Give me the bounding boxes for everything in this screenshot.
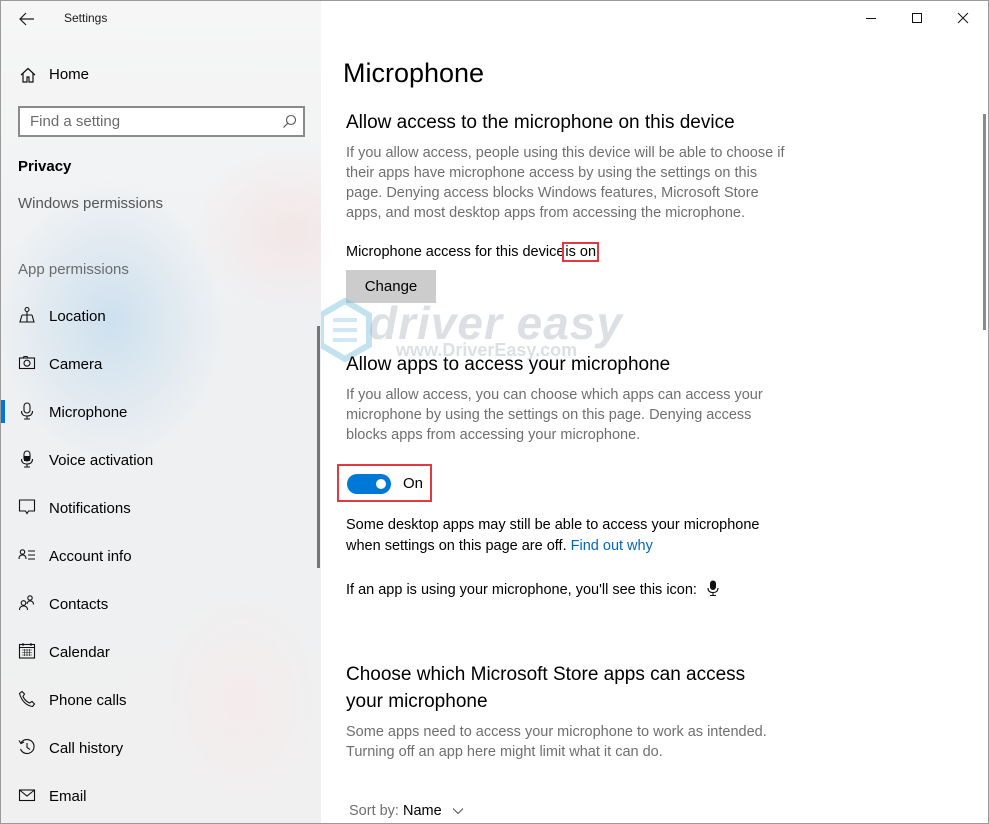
sidebar-item-email[interactable]: Email [1, 772, 317, 820]
sidebar-item-label: Account info [49, 548, 132, 565]
microphone-in-use-icon [707, 580, 719, 597]
toggle-state-label: On [403, 475, 424, 492]
close-button[interactable] [940, 1, 986, 35]
watermark-brand: driver easy [369, 297, 623, 349]
main-content: Microphone Allow access to the microphon… [321, 1, 988, 823]
sidebar-item-home[interactable]: Home [1, 59, 321, 91]
sidebar-item-label: Voice activation [49, 452, 154, 469]
minimize-icon [866, 18, 876, 19]
maximize-button[interactable] [894, 1, 940, 35]
sidebar-item-location[interactable]: Location [1, 292, 317, 340]
sidebar-item-calendar[interactable]: Calendar [1, 628, 317, 676]
sidebar-item-label: Location [49, 308, 106, 325]
search-box[interactable] [18, 106, 305, 137]
device-access-status: Microphone access for this deviceis on [346, 242, 796, 263]
maximize-icon [912, 13, 922, 23]
minimize-button[interactable] [848, 1, 894, 35]
microphone-icon [20, 402, 34, 420]
sidebar-item-microphone[interactable]: Microphone [1, 388, 317, 436]
desktop-apps-note-text: Some desktop apps may still be able to a… [346, 517, 760, 554]
sort-value: Name [403, 803, 442, 819]
sidebar-item-notifications[interactable]: Notifications [1, 484, 317, 532]
sidebar-item-label: Call history [49, 740, 124, 757]
contacts-icon [18, 595, 35, 611]
apps-access-heading: Allow apps to access your microphone [346, 354, 671, 375]
desktop-apps-note: Some desktop apps may still be able to a… [346, 515, 786, 557]
sidebar-item-call-history[interactable]: Call history [1, 724, 317, 772]
section-title: Privacy [18, 158, 72, 175]
sidebar-item-label: Camera [49, 356, 103, 373]
sidebar-item-label: Phone calls [49, 692, 127, 709]
find-out-why-link[interactable]: Find out why [571, 538, 653, 554]
close-icon [957, 12, 969, 24]
home-label: Home [49, 66, 90, 83]
device-status-prefix: Microphone access for this device [346, 244, 565, 260]
notifications-icon [18, 499, 36, 515]
app-title: Settings [64, 11, 108, 25]
sidebar-item-camera[interactable]: Camera [1, 340, 317, 388]
apps-access-description: If you allow access, you can choose whic… [346, 387, 763, 443]
search-input[interactable] [20, 108, 270, 135]
voice-activation-icon [20, 450, 34, 468]
selected-indicator [1, 400, 5, 423]
sidebar-scrollbar[interactable] [317, 326, 320, 568]
search-icon[interactable] [282, 114, 297, 129]
sidebar-item-label: Contacts [49, 596, 109, 613]
group-label: App permissions [18, 261, 129, 278]
nav-list: Location Camera Microphone Voice activat… [1, 292, 317, 820]
sidebar-item-label: Microphone [49, 404, 128, 421]
account-info-icon [18, 549, 35, 560]
phone-icon [18, 690, 36, 708]
sidebar-item-label: Notifications [49, 500, 131, 517]
sidebar-item-phone-calls[interactable]: Phone calls [1, 676, 317, 724]
device-access-description: If you allow access, people using this d… [346, 145, 785, 221]
store-apps-description: Some apps need to access your microphone… [346, 724, 767, 760]
chevron-down-icon [452, 808, 464, 815]
change-button[interactable]: Change [346, 270, 436, 303]
device-access-heading: Allow access to the microphone on this d… [346, 112, 735, 133]
sidebar-item-windows-permissions[interactable]: Windows permissions [18, 195, 163, 212]
main-scrollbar[interactable] [983, 114, 986, 330]
back-arrow-icon [19, 12, 34, 26]
back-button[interactable] [15, 7, 39, 31]
sidebar-item-contacts[interactable]: Contacts [1, 580, 317, 628]
location-icon [19, 306, 35, 323]
page-title: Microphone [343, 58, 485, 88]
toggle-highlight: On [337, 464, 432, 502]
device-status-value: is on [562, 242, 600, 262]
calendar-icon [18, 643, 36, 659]
toggle-knob [376, 479, 386, 489]
settings-window: Settings Home Privacy Windows permission… [0, 0, 989, 824]
icon-note: If an app is using your microphone, you'… [346, 580, 796, 601]
sidebar-item-voice-activation[interactable]: Voice activation [1, 436, 317, 484]
sort-dropdown[interactable]: Sort by: Name [349, 803, 464, 819]
sort-label: Sort by: [349, 803, 399, 819]
sidebar-item-label: Calendar [49, 644, 110, 661]
email-icon [18, 789, 36, 802]
sidebar-item-account-info[interactable]: Account info [1, 532, 317, 580]
title-bar: Settings [1, 1, 321, 37]
icon-note-text: If an app is using your microphone, you'… [346, 582, 697, 598]
store-apps-heading: Choose which Microsoft Store apps can ac… [346, 664, 746, 712]
window-controls [848, 1, 988, 35]
home-icon [20, 67, 36, 83]
camera-icon [18, 355, 36, 370]
call-history-icon [18, 739, 35, 755]
sidebar-item-label: Email [49, 788, 87, 805]
apps-access-toggle[interactable] [347, 474, 391, 494]
sidebar: Settings Home Privacy Windows permission… [1, 1, 321, 823]
